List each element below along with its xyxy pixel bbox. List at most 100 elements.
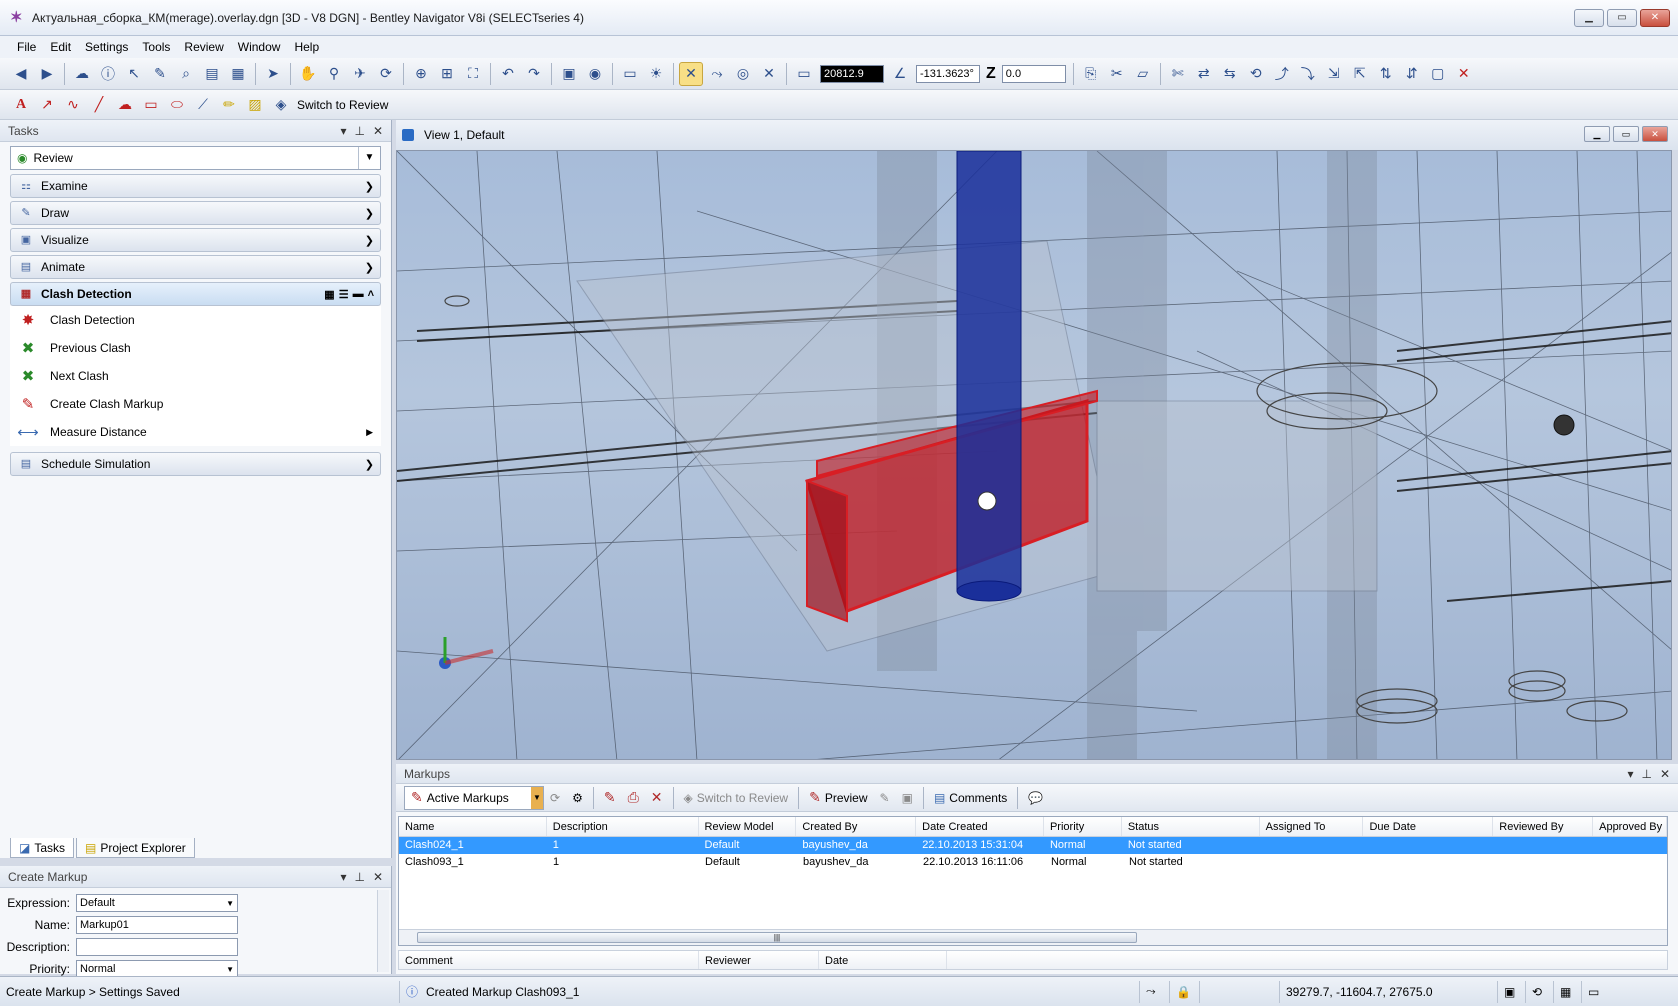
pin-icon[interactable]: ⊥ — [1641, 767, 1651, 781]
eraser-icon[interactable]: ▱ — [1131, 62, 1155, 86]
view-icon[interactable]: ▭ — [1582, 981, 1610, 1003]
chat-icon[interactable]: 💬 — [1022, 786, 1049, 810]
minimize-button[interactable]: ▁ — [1574, 9, 1604, 27]
z-field[interactable]: 0.0 — [1001, 64, 1066, 83]
chevron-down-icon[interactable]: ▼ — [358, 147, 380, 169]
measure-distance-item[interactable]: ⟷ Measure Distance ▶ — [10, 418, 381, 446]
freehand-icon[interactable]: ∿ — [61, 93, 85, 117]
snap-mode-icon[interactable]: ⤳ — [1140, 980, 1170, 1003]
properties-icon[interactable]: ✎ — [874, 786, 896, 810]
dropdown-icon[interactable]: ▾ — [340, 124, 346, 138]
switch-review-icon[interactable]: ◈ — [269, 93, 293, 117]
pointer-icon[interactable]: ➤ — [261, 62, 285, 86]
task-selector[interactable]: ◉ Review ▼ — [10, 146, 381, 170]
detail-view-icon[interactable]: ▬ — [353, 288, 364, 301]
menu-edit[interactable]: Edit — [43, 40, 78, 54]
group-visualize[interactable]: ▣ Visualize ❯ — [10, 228, 381, 252]
rotate-view-icon[interactable]: ⟳ — [374, 62, 398, 86]
next-clash-item[interactable]: ✖ Next Clash — [10, 362, 381, 390]
col-created-by[interactable]: Created By — [796, 817, 917, 836]
preview-button[interactable]: ✎ Preview — [803, 786, 873, 810]
expression-select[interactable]: Default ▼ — [76, 894, 238, 912]
menu-tools[interactable]: Tools — [135, 40, 177, 54]
group-animate[interactable]: ▤ Animate ❯ — [10, 255, 381, 279]
col-due-date[interactable]: Due Date — [1363, 817, 1494, 836]
line-tool-icon[interactable]: ╱ — [87, 93, 111, 117]
switch-to-review-label[interactable]: Switch to Review — [297, 98, 388, 112]
name-field[interactable]: Markup01 — [76, 916, 238, 934]
menu-review[interactable]: Review — [177, 40, 230, 54]
tool-j-icon[interactable]: ⇵ — [1400, 62, 1424, 86]
icon-view-icon[interactable]: ▦ — [324, 288, 334, 301]
select-element-icon[interactable]: ↖ — [122, 62, 146, 86]
maximize-button[interactable]: ▭ — [1607, 9, 1637, 27]
markup-pin-icon[interactable] — [977, 491, 997, 511]
view-display-icon[interactable]: ▭ — [618, 62, 642, 86]
col-name[interactable]: Name — [399, 817, 547, 836]
grid-icon[interactable]: ▦ — [1554, 980, 1582, 1003]
col-review-model[interactable]: Review Model — [699, 817, 797, 836]
col-reviewer[interactable]: Reviewer — [699, 951, 819, 969]
group-schedule-simulation[interactable]: ▤ Schedule Simulation ❯ — [10, 452, 381, 476]
dropdown-icon[interactable]: ▾ — [1627, 767, 1633, 781]
view-minimize-button[interactable]: ▁ — [1584, 126, 1610, 142]
view-restore-button[interactable]: ▭ — [1613, 126, 1639, 142]
next-view-icon[interactable]: ↷ — [522, 62, 546, 86]
lock-icon[interactable]: 🔒 — [1170, 980, 1200, 1003]
coord-x-field[interactable]: 20812.9 — [820, 64, 884, 83]
sticky-note-icon[interactable]: ▨ — [243, 93, 267, 117]
search-icon[interactable]: ⌕ — [174, 62, 198, 86]
clash-detection-item[interactable]: ✸ Clash Detection — [10, 306, 381, 334]
create-clash-markup-item[interactable]: ✎ Create Clash Markup — [10, 390, 381, 418]
dropdown-icon[interactable]: ▾ — [340, 870, 346, 884]
scrollbar-thumb[interactable]: ||| — [417, 932, 1137, 943]
list-view-icon[interactable]: ☰ — [339, 288, 349, 301]
previous-view-icon[interactable]: ↶ — [496, 62, 520, 86]
menu-help[interactable]: Help — [287, 40, 326, 54]
table-row[interactable]: Clash093_1 1 Default bayushev_da 22.10.2… — [399, 854, 1667, 871]
col-date[interactable]: Date — [819, 951, 947, 969]
rectangle-tool-icon[interactable]: ▭ — [139, 93, 163, 117]
col-description[interactable]: Description — [547, 817, 699, 836]
save-icon[interactable]: ▣ — [1498, 980, 1526, 1003]
cut-icon[interactable]: ✂ — [1105, 62, 1129, 86]
clear-icon[interactable]: ✕ — [1452, 62, 1476, 86]
walk-icon[interactable]: ⚲ — [322, 62, 346, 86]
menu-window[interactable]: Window — [231, 40, 288, 54]
col-status[interactable]: Status — [1122, 817, 1260, 836]
view-close-button[interactable]: ✕ — [1642, 126, 1668, 142]
menu-settings[interactable]: Settings — [78, 40, 135, 54]
tool-a-icon[interactable]: ✄ — [1166, 62, 1190, 86]
zoom-window-icon[interactable]: ⊞ — [435, 62, 459, 86]
col-approved-by[interactable]: Approved By — [1593, 817, 1667, 836]
export-icon[interactable]: ⎘ — [1079, 62, 1103, 86]
settings-icon[interactable]: ⚙ — [566, 786, 589, 810]
lighting-icon[interactable]: ☀ — [644, 62, 668, 86]
menu-file[interactable]: File — [10, 40, 43, 54]
info-icon[interactable]: ⓘ — [96, 62, 120, 86]
tool-i-icon[interactable]: ⇅ — [1374, 62, 1398, 86]
close-icon[interactable]: ✕ — [373, 870, 383, 884]
text-leader-icon[interactable]: ↗ — [35, 93, 59, 117]
close-icon[interactable]: ✕ — [1660, 767, 1670, 781]
snap-toggle-icon[interactable]: ✕ — [679, 61, 703, 86]
toggle-icon[interactable]: ⟲ — [1526, 980, 1554, 1003]
previous-clash-item[interactable]: ✖ Previous Clash — [10, 334, 381, 362]
pin-icon[interactable]: ⊥ — [354, 870, 364, 884]
tool-b-icon[interactable]: ⇄ — [1192, 62, 1216, 86]
camera-icon[interactable]: ▣ — [557, 62, 581, 86]
render-icon[interactable]: ◉ — [583, 62, 607, 86]
markup-pin-icon[interactable] — [1553, 414, 1575, 436]
highlighter-icon[interactable]: ✏ — [217, 93, 241, 117]
text-tool-icon[interactable]: A — [9, 93, 33, 117]
layers-icon[interactable]: ▤ — [200, 62, 224, 86]
attach-icon[interactable]: ▣ — [896, 786, 919, 810]
switch-to-review-button[interactable]: ◈ Switch to Review — [678, 786, 795, 810]
edit-markup-icon[interactable]: ✎ — [598, 786, 622, 810]
cloud-tool-icon[interactable]: ☁ — [113, 93, 137, 117]
chevron-up-icon[interactable]: ˄ — [368, 288, 374, 301]
pdf-export-icon[interactable]: ⎙ — [622, 786, 645, 810]
pan-icon[interactable]: ✋ — [296, 62, 320, 86]
tab-tasks[interactable]: ◪ Tasks — [10, 838, 75, 858]
tool-d-icon[interactable]: ⟲ — [1244, 62, 1268, 86]
